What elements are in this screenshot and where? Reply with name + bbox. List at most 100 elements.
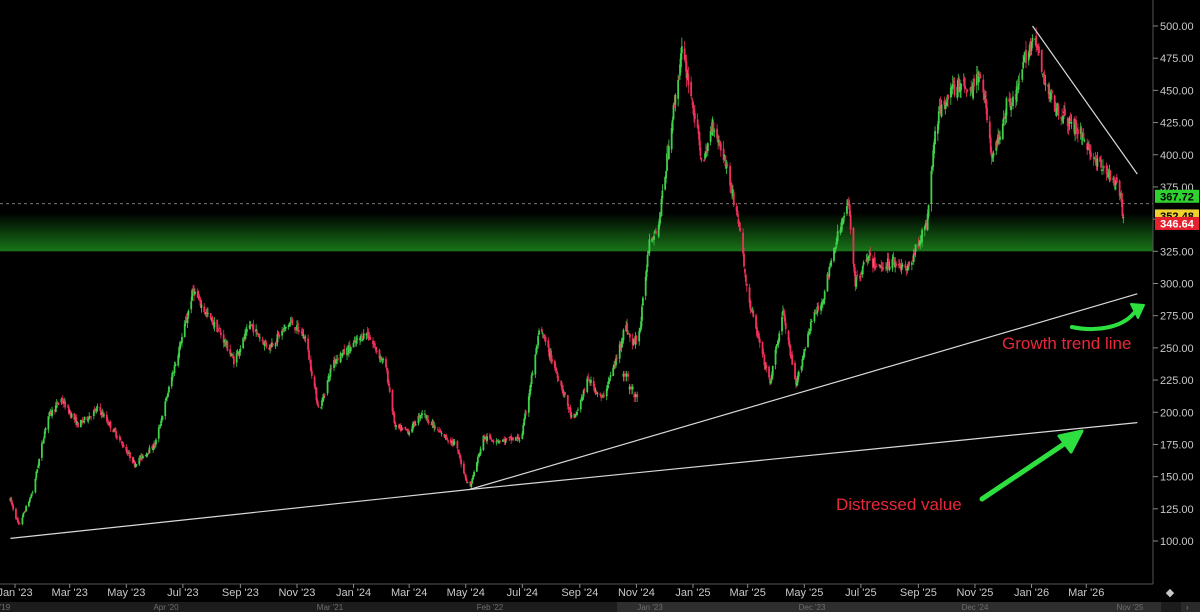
- candle-body: [336, 358, 339, 361]
- candle-body: [505, 438, 508, 440]
- candle-body: [456, 441, 459, 449]
- candle-body: [21, 517, 24, 525]
- candle-body: [744, 268, 746, 273]
- y-tick-label: 175.00: [1160, 439, 1194, 451]
- candle-body: [966, 90, 969, 92]
- candle-body: [284, 326, 287, 329]
- candle-body: [512, 437, 514, 440]
- candle-body: [239, 348, 242, 352]
- candle-body: [596, 392, 599, 394]
- candle-body: [465, 479, 468, 482]
- candle-body: [476, 457, 479, 464]
- candle-body: [256, 331, 258, 333]
- candle-body: [807, 333, 809, 347]
- candle-body: [164, 401, 167, 417]
- candle-body: [784, 322, 787, 329]
- candle-body: [291, 319, 294, 326]
- candle-body: [83, 416, 86, 421]
- candle-body: [809, 322, 812, 331]
- navigator-label: Dec '23: [799, 603, 826, 612]
- candle-body: [671, 119, 674, 131]
- candle-body: [531, 373, 534, 375]
- candle-body: [986, 107, 988, 121]
- x-tick-label: Jul '23: [167, 587, 198, 599]
- candle-body: [161, 416, 164, 421]
- y-tick-label: 400.00: [1160, 150, 1194, 162]
- candle-body: [1022, 62, 1025, 69]
- candle-body: [142, 456, 144, 459]
- candle-body: [804, 349, 807, 351]
- candle-body: [1096, 158, 1099, 167]
- x-tick-label: Mar '25: [730, 587, 766, 599]
- candle-body: [352, 342, 355, 348]
- candle-body: [823, 291, 826, 300]
- candle-body: [538, 330, 540, 335]
- candle-body: [934, 131, 936, 145]
- candle-body: [690, 81, 693, 97]
- candle-body: [326, 380, 329, 394]
- candle-body: [910, 262, 913, 265]
- y-tick-label: 500.00: [1160, 21, 1194, 33]
- candle-body: [408, 432, 411, 435]
- x-tick-label: Nov '25: [956, 587, 993, 599]
- candle-body: [217, 329, 220, 331]
- candle-body: [453, 442, 456, 444]
- candle-body: [1121, 199, 1124, 216]
- candle-body: [12, 504, 15, 510]
- candle-body: [726, 164, 729, 167]
- candle-body: [194, 291, 196, 295]
- candle-body: [470, 483, 473, 487]
- last-price-labels: 367.72352.48346.64: [1155, 189, 1199, 230]
- candle-body: [44, 428, 47, 431]
- price-label-text: 367.72: [1160, 191, 1194, 203]
- candle-body: [522, 425, 525, 435]
- y-tick-label: 125.00: [1160, 504, 1194, 516]
- candle-body: [636, 394, 639, 398]
- candle-body: [677, 79, 680, 99]
- y-tick-label: 425.00: [1160, 118, 1194, 130]
- candle-body: [781, 316, 783, 332]
- candle-body: [518, 439, 521, 441]
- candle-body: [586, 378, 589, 392]
- candle-body: [174, 363, 177, 366]
- y-tick-label: 150.00: [1160, 472, 1194, 484]
- growth-trend-label: Growth trend line: [1002, 334, 1131, 353]
- candle-body: [22, 512, 25, 517]
- y-tick-label: 250.00: [1160, 343, 1194, 355]
- candle-body: [570, 415, 573, 417]
- candle-body: [846, 206, 848, 214]
- navigator-bar[interactable]: '19 Apr '20 Mar '21 Feb '22 Jan '23 Dec '23 De…: [0, 602, 1200, 612]
- candle-body: [119, 439, 122, 441]
- candle-body: [930, 170, 933, 204]
- price-zone: [0, 212, 1153, 252]
- candle-body: [434, 426, 437, 429]
- candle-body: [1001, 123, 1004, 140]
- candle-body: [226, 341, 229, 351]
- candle-body: [15, 508, 17, 519]
- candle-body: [979, 76, 982, 78]
- candle-body: [771, 365, 774, 376]
- candle-body: [947, 94, 949, 100]
- candle-body: [1077, 129, 1079, 135]
- navigator-label: Nov '25: [1117, 603, 1144, 612]
- candle-body: [135, 464, 138, 466]
- candle-body: [583, 389, 586, 391]
- candle-body: [1002, 117, 1005, 126]
- candle-body: [732, 192, 735, 206]
- x-tick-label: Jan '26: [1014, 587, 1049, 599]
- candle-body: [745, 283, 748, 287]
- candle-body: [557, 379, 560, 381]
- candle-body: [308, 350, 310, 360]
- candle-body: [395, 425, 398, 427]
- candle-body: [317, 405, 320, 407]
- candle-body: [401, 427, 404, 429]
- navigator-scroll-button[interactable]: [1181, 602, 1200, 612]
- candle-body: [1100, 159, 1102, 168]
- x-axis-end-marker: ◆: [1166, 587, 1175, 599]
- candle-body: [103, 414, 105, 416]
- navigator-range-handle[interactable]: [617, 602, 1161, 612]
- candle-body: [927, 205, 930, 217]
- candle-body: [630, 386, 633, 390]
- candle-body: [310, 370, 313, 376]
- candle-body: [414, 424, 417, 426]
